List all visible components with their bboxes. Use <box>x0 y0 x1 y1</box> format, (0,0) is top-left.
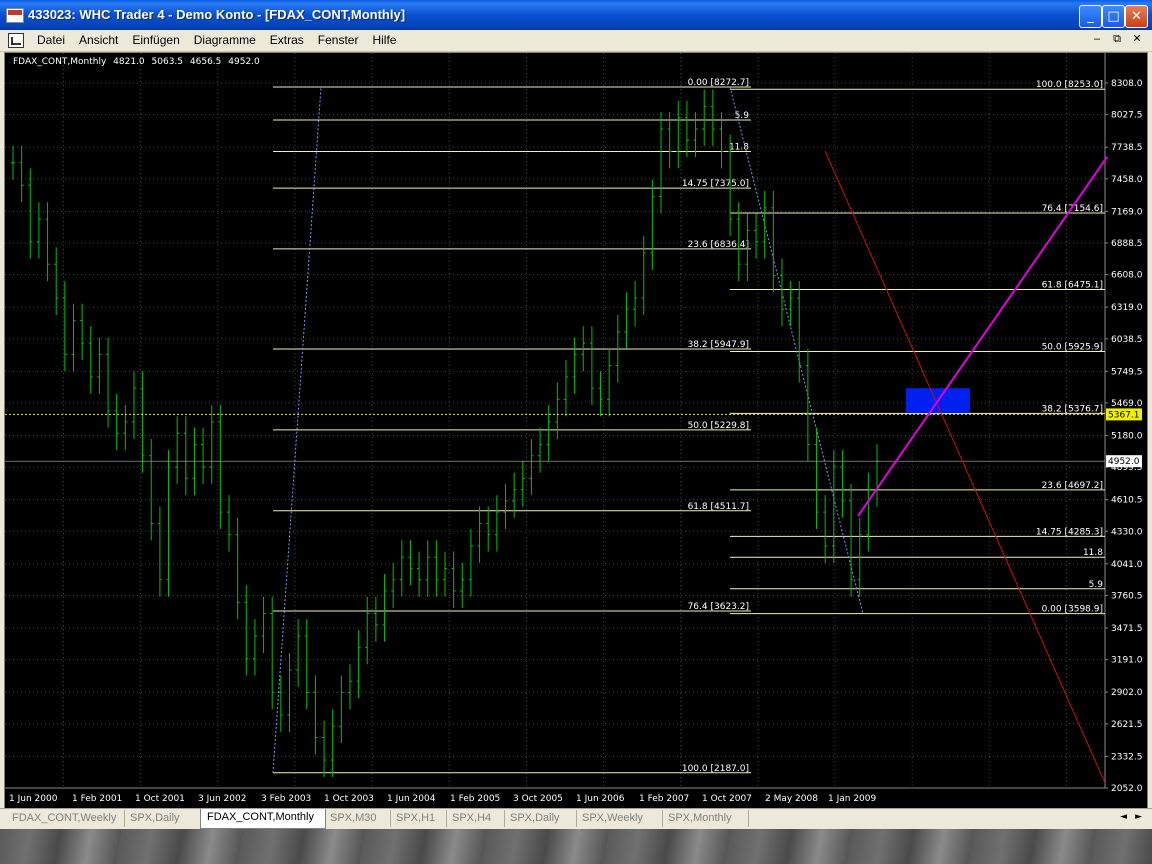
tab-spx-weekly[interactable]: SPX,Weekly <box>576 810 663 827</box>
tab-spx-daily[interactable]: SPX,Daily <box>504 810 577 827</box>
fib-level-label: 0.00 [8272.7] <box>688 78 749 88</box>
tab-fdax-cont-monthly[interactable]: FDAX_CONT,Monthly <box>200 809 326 829</box>
tab-spx-h1[interactable]: SPX,H1 <box>390 810 447 827</box>
time-axis-label: 1 Oct 2001 <box>135 794 185 804</box>
price-axis-label: 3760.5 <box>1111 591 1143 601</box>
price-axis-label: 6888.5 <box>1111 239 1143 249</box>
time-axis-label: 1 Jan 2009 <box>828 794 876 804</box>
price-axis-label: 4610.5 <box>1111 496 1143 506</box>
time-axis-label: 2 May 2008 <box>765 794 818 804</box>
ohlc-low: 4656.5 <box>189 57 222 67</box>
fib-level-label: 100.0 [8253.0] <box>1036 80 1103 90</box>
maximize-button[interactable]: □ <box>1102 5 1125 28</box>
fib-level-label: 38.2 [5376.7] <box>1042 404 1103 414</box>
tab-spx-h4[interactable]: SPX,H4 <box>446 810 505 827</box>
time-axis-label: 1 Jun 2006 <box>576 794 625 804</box>
ohlc-high: 5063.5 <box>151 57 184 67</box>
price-axis-label: 8027.5 <box>1111 111 1143 121</box>
close-button[interactable]: ✕ <box>1125 5 1148 28</box>
fib-level-label: 11.8 <box>1083 548 1103 558</box>
price-axis-label: 7458.0 <box>1111 175 1143 185</box>
fib-level-label: 50.0 [5925.9] <box>1042 342 1103 352</box>
price-axis-label: 4041.0 <box>1111 560 1143 570</box>
price-axis-label: 8308.0 <box>1111 79 1143 89</box>
price-axis-label: 5469.0 <box>1111 399 1143 409</box>
fib-level-label: 61.8 [6475.1] <box>1042 281 1103 291</box>
swing-line-down <box>729 86 864 614</box>
chart-header: FDAX_CONT,Monthly 4821.0 5063.5 4656.5 4… <box>13 57 264 67</box>
menu-einfuegen[interactable]: Einfügen <box>125 33 186 47</box>
price-axis-label: 2902.0 <box>1111 688 1143 698</box>
fib-level-label: 11.8 <box>729 143 749 153</box>
chart-window-icon[interactable] <box>8 33 24 48</box>
time-axis-label: 1 Oct 2003 <box>324 794 374 804</box>
price-axis-label: 4330.0 <box>1111 527 1143 537</box>
time-axis-label: 1 Oct 2007 <box>702 794 752 804</box>
symbol-period-label: FDAX_CONT,Monthly <box>13 57 107 67</box>
menu-diagramme[interactable]: Diagramme <box>187 33 263 47</box>
fib-level-label: 100.0 [2187.0] <box>682 764 749 774</box>
mdi-restore-button[interactable]: ⧉ <box>1110 32 1124 46</box>
menu-extras[interactable]: Extras <box>263 33 311 47</box>
price-axis-label: 6038.5 <box>1111 335 1143 345</box>
price-axis-label: 2052.0 <box>1111 784 1143 794</box>
yellow-price-tag-label: 5367.1 <box>1108 410 1140 420</box>
fib-level-label: 0.00 [3598.9] <box>1042 605 1103 615</box>
minimize-button[interactable]: _ <box>1079 5 1102 28</box>
fib-level-label: 14.75 [4285.3] <box>1036 527 1103 537</box>
tab-fdax-cont-weekly[interactable]: FDAX_CONT,Weekly <box>6 810 125 827</box>
time-axis-label: 3 Jun 2002 <box>198 794 246 804</box>
time-axis-label: 1 Jun 2000 <box>9 794 58 804</box>
red-trend-line <box>824 150 1106 784</box>
price-axis-label: 6608.0 <box>1111 271 1143 281</box>
window-title: 433023: WHC Trader 4 - Demo Konto - [FDA… <box>28 7 406 22</box>
app-icon <box>6 8 24 23</box>
price-axis-label: 3471.5 <box>1111 624 1143 634</box>
fib-level-label: 50.0 [5229.8] <box>688 421 749 431</box>
menu-ansicht[interactable]: Ansicht <box>72 33 125 47</box>
time-axis-label: 1 Feb 2007 <box>639 794 689 804</box>
menu-bar: Datei Ansicht Einfügen Diagramme Extras … <box>0 30 1152 52</box>
ohlc-close: 4952.0 <box>228 57 260 67</box>
price-axis-label: 3191.0 <box>1111 656 1143 666</box>
ohlc-open: 4821.0 <box>113 57 145 67</box>
price-axis-label: 5180.0 <box>1111 432 1143 442</box>
time-axis-label: 1 Jun 2004 <box>387 794 436 804</box>
menu-datei[interactable]: Datei <box>30 33 72 47</box>
magenta-trend-line <box>857 156 1108 517</box>
price-axis-label: 7169.0 <box>1111 207 1143 217</box>
fib-level-label: 76.4 [3623.2] <box>688 602 749 612</box>
mdi-close-button[interactable]: ✕ <box>1130 32 1144 46</box>
tab-spx-daily[interactable]: SPX,Daily <box>124 810 201 827</box>
tab-spx-monthly[interactable]: SPX,Monthly <box>662 810 749 827</box>
time-axis-label: 1 Feb 2005 <box>450 794 500 804</box>
fib-level-label: 14.75 [7375.0] <box>682 179 749 189</box>
desktop-background <box>0 829 1152 864</box>
time-axis-label: 1 Feb 2001 <box>72 794 122 804</box>
price-axis-label: 2332.5 <box>1111 752 1143 762</box>
fib-level-label: 23.6 [4697.2] <box>1042 481 1103 491</box>
fib-level-label: 61.8 [4511.7] <box>688 502 749 512</box>
title-bar: 433023: WHC Trader 4 - Demo Konto - [FDA… <box>0 0 1152 30</box>
tab-spx-m30[interactable]: SPX,M30 <box>324 810 391 827</box>
fib-level-label: 5.9 <box>1089 580 1104 590</box>
menu-fenster[interactable]: Fenster <box>311 33 366 47</box>
price-axis-label: 7738.5 <box>1111 143 1143 153</box>
chart-tab-strip: FDAX_CONT,Weekly SPX,Daily FDAX_CONT,Month… <box>0 808 1152 829</box>
fib-level-label: 38.2 [5947.9] <box>688 340 749 350</box>
price-chart[interactable]: 8308.0 8027.5 7738.5 7458.0 7169.0 6888.5 6608… <box>4 52 1148 809</box>
tab-scroll-right-icon[interactable]: ► <box>1135 812 1142 822</box>
current-price-tag-label: 4952.0 <box>1108 457 1140 467</box>
fib-level-label: 23.6 [6836.4] <box>688 240 749 250</box>
price-axis-label: 5749.5 <box>1111 367 1143 377</box>
tab-scroll-left-icon[interactable]: ◄ <box>1120 812 1127 822</box>
price-axis-label: 2621.5 <box>1111 720 1143 730</box>
chart-canvas[interactable]: 8308.0 8027.5 7738.5 7458.0 7169.0 6888.5 6608… <box>5 53 1147 808</box>
price-axis-label: 6319.0 <box>1111 303 1143 313</box>
menu-hilfe[interactable]: Hilfe <box>365 33 403 47</box>
time-axis-label: 3 Feb 2003 <box>261 794 311 804</box>
time-axis-label: 3 Oct 2005 <box>513 794 563 804</box>
mdi-minimize-button[interactable]: – <box>1090 32 1104 46</box>
